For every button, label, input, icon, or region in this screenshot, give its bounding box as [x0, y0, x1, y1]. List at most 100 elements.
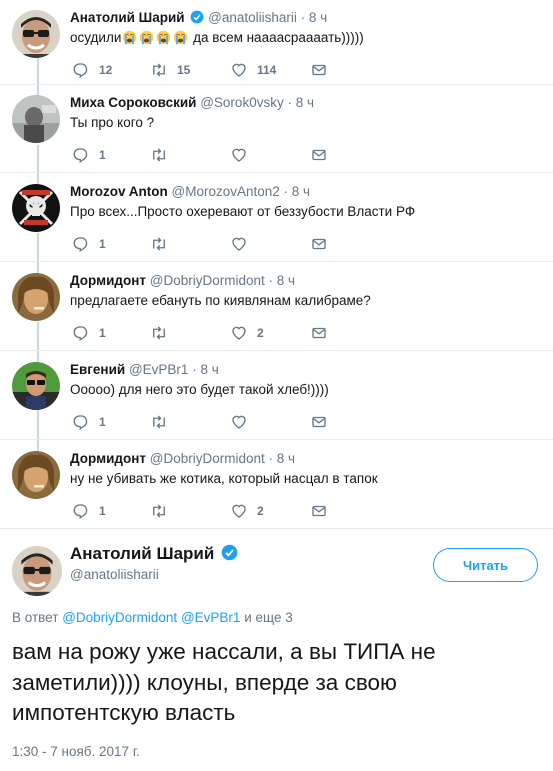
author-handle[interactable]: @DobriyDormidont [150, 451, 265, 466]
avatar[interactable] [12, 451, 60, 499]
heart-icon [232, 148, 246, 162]
like-button[interactable] [230, 234, 257, 254]
reply-user-link[interactable]: @DobriyDormidont [62, 610, 177, 625]
direct-message-button[interactable] [310, 145, 328, 165]
author-name[interactable]: Morozov Anton [70, 184, 168, 199]
verified-badge-icon [190, 10, 204, 24]
reply-suffix[interactable]: и еще 3 [244, 610, 293, 625]
tweet[interactable]: Morozov Anton @MorozovAnton2 · 8 ч Про в… [0, 174, 553, 262]
tweet-actions: 1 [70, 234, 370, 254]
tweet-actions: 1 [70, 145, 370, 165]
reply-button[interactable]: 1 [72, 323, 106, 343]
reply-button[interactable]: 12 [72, 60, 112, 80]
author-name[interactable]: Анатолий Шарий [70, 544, 238, 564]
tweet[interactable]: Анатолий Шарий @anatoliisharii · 8 ч осу… [0, 0, 553, 85]
reply-button[interactable]: 1 [72, 501, 106, 521]
tweet-text: Ты про кого ? [70, 115, 155, 130]
reply-button[interactable]: 1 [72, 234, 106, 254]
envelope-icon [312, 64, 326, 76]
direct-message-button[interactable] [310, 234, 328, 254]
envelope-icon [312, 238, 326, 250]
tweet-time[interactable]: 8 ч [200, 362, 218, 377]
tweet-time[interactable]: 8 ч [309, 10, 327, 25]
tweet[interactable]: Дормидонт @DobriyDormidont · 8 ч ну не у… [0, 441, 553, 529]
retweet-button[interactable] [150, 145, 177, 165]
author-handle[interactable]: @MorozovAnton2 [172, 184, 280, 199]
tweet-text: вам на рожу уже нассали, а вы ТИПА не за… [12, 639, 436, 725]
reply-count: 1 [99, 148, 106, 162]
verified-badge-icon [221, 544, 238, 561]
tweet-text-part: да всем наааасраааать))))) [189, 30, 364, 45]
author-handle[interactable]: @Sorok0vsky [200, 95, 283, 110]
author-name[interactable]: Миха Сороковский [70, 95, 196, 110]
like-button[interactable] [230, 412, 257, 432]
retweet-button[interactable]: 15 [150, 60, 190, 80]
author-name[interactable]: Анатолий Шарий [70, 10, 185, 25]
tweet[interactable]: Миха Сороковский @Sorok0vsky · 8 ч Ты пр… [0, 85, 553, 173]
avatar[interactable] [12, 184, 60, 232]
direct-message-button[interactable] [310, 323, 328, 343]
tweet-text-part: осудили [70, 30, 122, 45]
reply-count: 12 [99, 63, 113, 77]
author-name[interactable]: Евгений [70, 362, 125, 377]
like-button[interactable]: 2 [230, 323, 264, 343]
like-button[interactable] [230, 145, 257, 165]
reply-context: В ответ @DobriyDormidont @EvPBr1 и еще 3 [12, 610, 293, 625]
follow-button[interactable]: Читать [433, 548, 538, 582]
tweet-actions: 1 2 [70, 323, 370, 343]
heart-icon [232, 63, 246, 77]
reply-count: 1 [99, 237, 106, 251]
reply-count: 1 [99, 326, 106, 340]
tweet-text: осудили да всем наааасраааать))))) [70, 30, 364, 45]
author-handle[interactable]: @DobriyDormidont [150, 273, 265, 288]
retweet-button[interactable] [150, 323, 177, 343]
tweet-time[interactable]: 8 ч [292, 184, 310, 199]
reply-button[interactable]: 1 [72, 145, 106, 165]
reply-icon [73, 415, 88, 431]
avatar[interactable] [12, 546, 62, 596]
reply-icon [73, 504, 88, 520]
retweet-button[interactable] [150, 501, 177, 521]
like-button[interactable]: 114 [230, 60, 276, 80]
direct-message-button[interactable] [310, 60, 328, 80]
tweet-time[interactable]: 8 ч [277, 451, 295, 466]
author-handle[interactable]: @EvPBr1 [129, 362, 188, 377]
reply-button[interactable]: 1 [72, 412, 106, 432]
heart-icon [232, 504, 246, 518]
retweet-icon [153, 237, 165, 251]
tweet-text: Ооооо) для него это будет такой хлеб!)))… [70, 382, 329, 397]
retweet-icon [153, 504, 165, 518]
avatar[interactable] [12, 95, 60, 143]
retweet-button[interactable] [150, 412, 177, 432]
separator-dot: · [268, 273, 274, 288]
reply-icon [73, 326, 88, 342]
direct-message-button[interactable] [310, 412, 328, 432]
avatar[interactable] [12, 362, 60, 410]
tweet-header: Дормидонт @DobriyDormidont · 8 ч [70, 451, 295, 466]
author-name-text[interactable]: Анатолий Шарий [70, 544, 214, 563]
heart-icon [232, 415, 246, 429]
avatar[interactable] [12, 10, 60, 58]
like-button[interactable]: 2 [230, 501, 264, 521]
loudly-crying-face-icon [157, 30, 171, 45]
tweet-header: Миха Сороковский @Sorok0vsky · 8 ч [70, 95, 314, 110]
reply-count: 1 [99, 504, 106, 518]
author-handle[interactable]: @anatoliisharii [208, 10, 297, 25]
tweet-text: Про всех...Просто охеревают от беззубост… [70, 204, 416, 219]
tweet-header: Анатолий Шарий @anatoliisharii · 8 ч [70, 10, 327, 25]
tweet-time[interactable]: 8 ч [277, 273, 295, 288]
tweet-text: ну не убивать же котика, который насцал … [70, 471, 378, 486]
author-handle[interactable]: @anatoliisharii [70, 567, 159, 582]
direct-message-button[interactable] [310, 501, 328, 521]
author-name[interactable]: Дормидонт [70, 273, 146, 288]
avatar[interactable] [12, 273, 60, 321]
tweet-actions: 12 15 114 [70, 60, 370, 80]
tweet[interactable]: Дормидонт @DobriyDormidont · 8 ч предлаг… [0, 263, 553, 351]
author-name[interactable]: Дормидонт [70, 451, 146, 466]
tweet-timestamp[interactable]: 1:30 - 7 нояб. 2017 г. [12, 744, 140, 759]
tweet[interactable]: Евгений @EvPBr1 · 8 ч Ооооо) для него эт… [0, 352, 553, 440]
loudly-crying-face-icon [174, 30, 188, 45]
reply-user-link[interactable]: @EvPBr1 [181, 610, 240, 625]
tweet-time[interactable]: 8 ч [296, 95, 314, 110]
retweet-button[interactable] [150, 234, 177, 254]
